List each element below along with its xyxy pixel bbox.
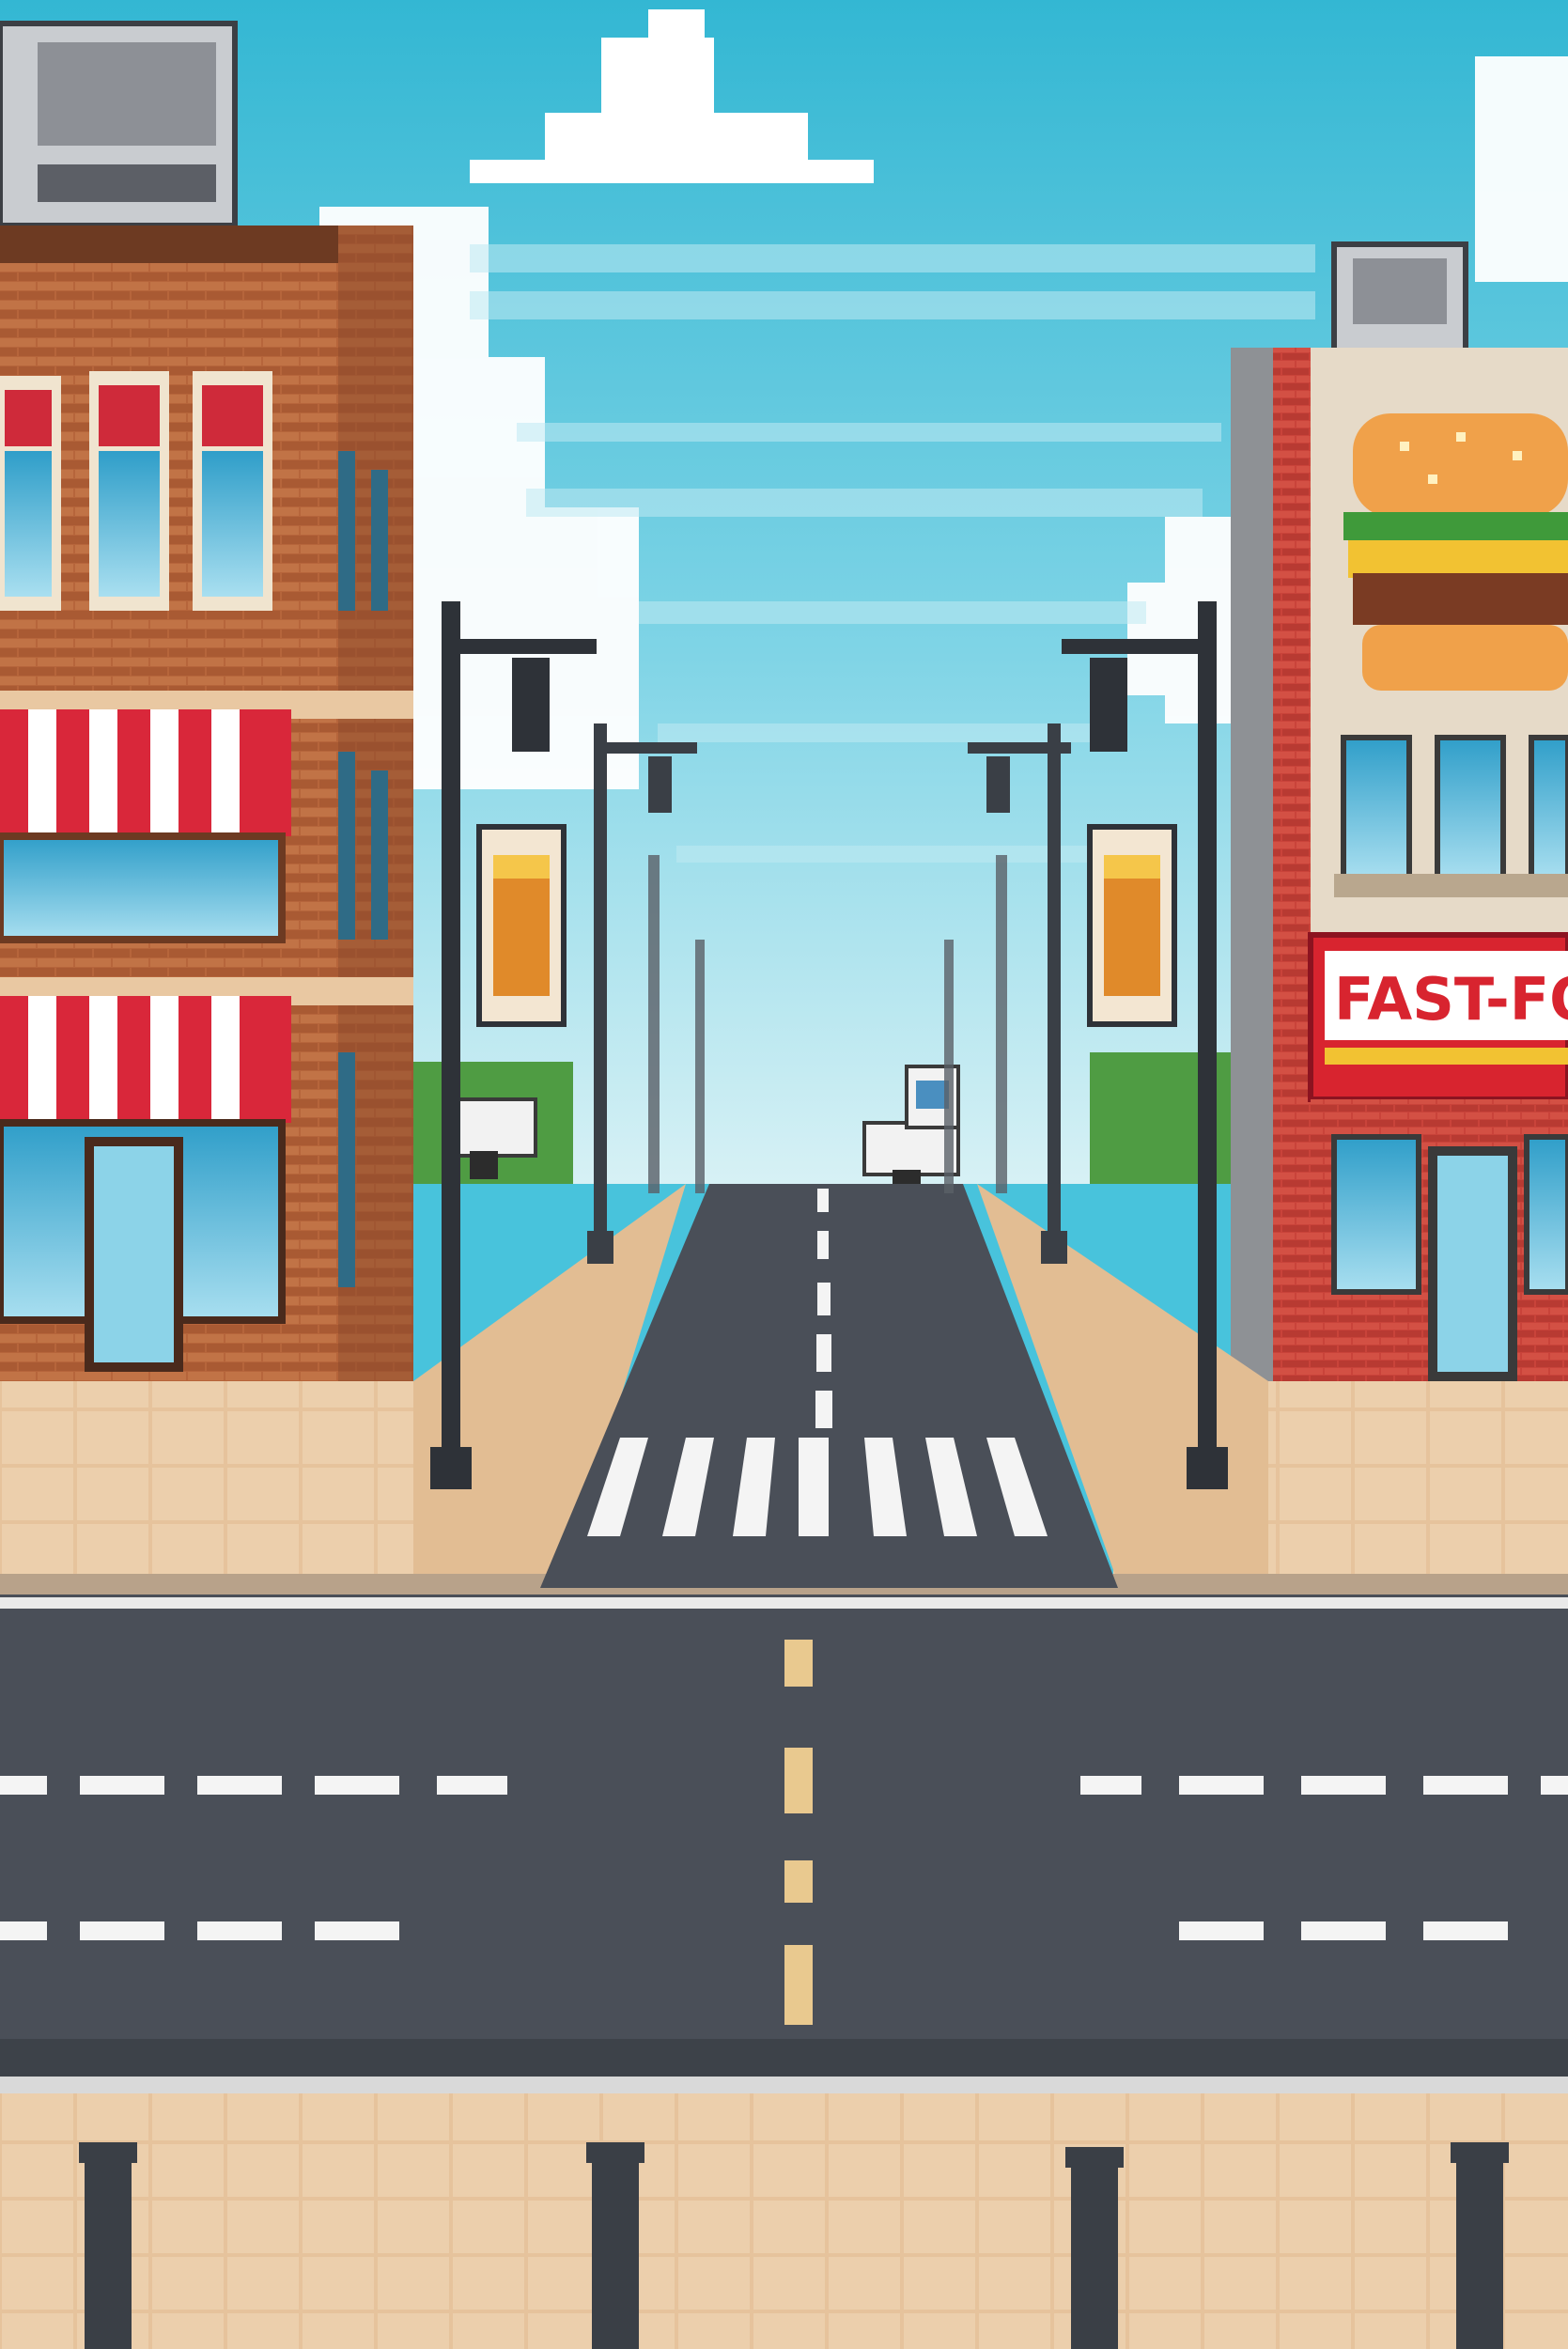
window: [0, 832, 286, 943]
shop-sign-text: FAST-FOA: [1334, 965, 1568, 1034]
hamburger-icon: [1343, 413, 1568, 691]
shop-door: [85, 1137, 183, 1372]
window: [1341, 735, 1412, 881]
fries-box-icon: [476, 824, 567, 1027]
storefront-window: [1331, 1134, 1421, 1295]
fries-box-icon: [1087, 824, 1177, 1027]
window: [1435, 735, 1506, 881]
striped-awning: [0, 709, 291, 836]
left-building: [0, 21, 413, 1381]
striped-awning: [0, 996, 291, 1123]
storefront-window: [1524, 1134, 1568, 1295]
sidewalk: [0, 2093, 1568, 2349]
main-road: [0, 1595, 1568, 2083]
window: [0, 376, 61, 611]
fast-food-sign: FAST-FOA: [1308, 932, 1568, 1102]
window: [1529, 735, 1568, 881]
window: [193, 371, 272, 611]
right-building: FAST-FOA: [1231, 241, 1568, 1381]
tree: [1090, 1052, 1240, 1184]
street-scene: FAST-FOA: [0, 0, 1568, 2349]
window: [89, 371, 169, 611]
shop-door: [1428, 1146, 1517, 1381]
